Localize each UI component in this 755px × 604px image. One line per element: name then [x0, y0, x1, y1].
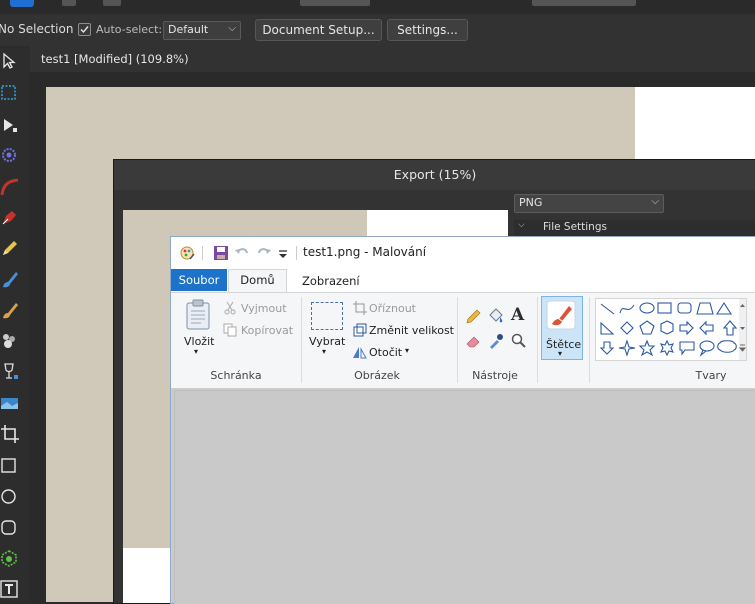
- copy-button[interactable]: Kopírovat: [241, 324, 293, 337]
- image-group-label: Obrázek: [354, 369, 400, 382]
- transparency-tool-icon[interactable]: [0, 361, 20, 381]
- chevron-down-icon[interactable]: ▾: [405, 346, 409, 355]
- ribbon: Vložit ▾ Vyjmout Kopírovat Schránka Vybr…: [171, 292, 755, 389]
- pencil-icon[interactable]: [465, 309, 481, 328]
- node-tool-icon[interactable]: [0, 115, 20, 135]
- paint-brush-icon[interactable]: [0, 300, 20, 320]
- toolbar-icon[interactable]: [62, 0, 76, 6]
- undo-icon[interactable]: [234, 245, 250, 261]
- shapes-gallery[interactable]: [595, 298, 747, 361]
- group-separator: [457, 297, 458, 383]
- rectangle-tool-icon[interactable]: [0, 456, 20, 476]
- magnifier-icon[interactable]: [511, 333, 527, 352]
- toolbar-icon[interactable]: [103, 0, 121, 6]
- crop-icon[interactable]: [353, 301, 367, 318]
- settings-button[interactable]: Settings...: [387, 19, 468, 41]
- clipboard-group-label: Schránka: [210, 369, 262, 382]
- place-image-icon[interactable]: [0, 394, 20, 414]
- group-separator: [537, 297, 538, 383]
- separator: [202, 246, 203, 260]
- rotate-icon[interactable]: [352, 345, 367, 362]
- auto-select-value: Default: [168, 23, 209, 36]
- tools-panel: [0, 46, 31, 602]
- artboard-tool-icon[interactable]: [0, 83, 20, 103]
- paint-canvas-area[interactable]: [171, 388, 755, 604]
- shapes-group-label: Tvary: [695, 369, 727, 382]
- chevron-down-icon[interactable]: ▾: [194, 347, 198, 356]
- tab-soubor[interactable]: Soubor: [171, 269, 227, 291]
- corner-tool-icon[interactable]: [0, 177, 20, 197]
- resize-icon[interactable]: [353, 323, 367, 340]
- export-dialog-title: Export (15%): [114, 160, 755, 190]
- context-toolbar: No Selection Auto-select: Default ⌵ Docu…: [0, 14, 755, 47]
- paint-app-icon[interactable]: [179, 245, 195, 261]
- paint-canvas[interactable]: [174, 390, 755, 604]
- move-tool-icon[interactable]: [0, 51, 20, 71]
- shape-tool-icon[interactable]: [0, 549, 20, 569]
- paste-label: Vložit: [184, 335, 215, 348]
- document-title: test1 [Modified] (109.8%): [41, 52, 189, 66]
- file-settings-label: File Settings: [543, 221, 607, 233]
- export-format-value: PNG: [519, 196, 543, 209]
- paint-title-bar: test1.png - Malování: [171, 237, 755, 268]
- fill-bucket-icon[interactable]: [487, 307, 505, 328]
- cut-button[interactable]: Vyjmout: [241, 302, 287, 315]
- brushes-label: Štětce: [546, 338, 582, 351]
- chevron-down-icon: ⌵: [651, 196, 659, 207]
- separator: [296, 246, 297, 260]
- toolbar-icon[interactable]: [300, 0, 370, 6]
- save-icon[interactable]: [213, 245, 229, 261]
- chevron-down-icon: ▾: [558, 349, 563, 358]
- rotate-button[interactable]: Otočit: [369, 346, 402, 359]
- paint-window-title: test1.png - Malování: [303, 245, 427, 259]
- resize-button[interactable]: Změnit velikost: [369, 324, 454, 337]
- group-separator: [301, 297, 302, 383]
- vector-brush-icon[interactable]: [0, 269, 20, 289]
- group-separator: [589, 297, 590, 383]
- chevron-down-icon: ⌵: [228, 23, 236, 34]
- auto-select-checkbox[interactable]: [78, 23, 91, 36]
- crop-button[interactable]: Oříznout: [369, 302, 416, 315]
- chevron-down-icon[interactable]: ▾: [322, 347, 326, 356]
- rounded-rect-icon[interactable]: [0, 518, 20, 538]
- brushes-button[interactable]: Štětce ▾: [541, 296, 583, 360]
- point-transform-icon[interactable]: [0, 145, 20, 165]
- auto-select-label: Auto-select:: [96, 23, 163, 36]
- auto-select-dropdown[interactable]: Default ⌵: [163, 21, 241, 40]
- select-label: Vybrat: [309, 335, 346, 348]
- paint-window: test1.png - Malování Soubor Domů Zobraze…: [170, 236, 755, 604]
- copy-icon[interactable]: [223, 323, 237, 340]
- tools-group-label: Nástroje: [472, 369, 518, 382]
- select-button[interactable]: [311, 302, 343, 330]
- document-tab[interactable]: test1 [Modified] (109.8%): [30, 46, 755, 72]
- export-format-dropdown[interactable]: PNG ⌵: [514, 194, 664, 213]
- color-picker-icon[interactable]: [488, 333, 504, 352]
- crop-tool-icon[interactable]: [0, 424, 20, 444]
- top-menu-strip: [0, 0, 755, 14]
- customize-toolbar-icon[interactable]: [277, 245, 293, 261]
- ellipse-tool-icon[interactable]: [0, 487, 20, 507]
- artistic-text-icon[interactable]: [0, 579, 20, 599]
- pen-tool-icon[interactable]: [0, 207, 20, 227]
- fill-tool-icon[interactable]: [0, 331, 20, 351]
- redo-icon[interactable]: [256, 245, 272, 261]
- cut-icon[interactable]: [223, 301, 237, 318]
- pencil-tool-icon[interactable]: [0, 238, 20, 258]
- eraser-icon[interactable]: [465, 333, 481, 352]
- tab-domu[interactable]: Domů: [228, 269, 287, 292]
- file-settings-section[interactable]: ⌵ File Settings: [514, 220, 755, 236]
- tab-zobrazeni[interactable]: Zobrazení: [302, 274, 360, 288]
- toolbar-icon[interactable]: [532, 0, 636, 6]
- persona-icon[interactable]: [10, 0, 34, 7]
- chevron-down-icon: ⌵: [518, 220, 525, 230]
- text-tool-icon[interactable]: A: [511, 305, 524, 325]
- paste-button[interactable]: [184, 299, 212, 334]
- document-setup-button[interactable]: Document Setup...: [255, 19, 382, 41]
- selection-status: No Selection: [0, 22, 74, 36]
